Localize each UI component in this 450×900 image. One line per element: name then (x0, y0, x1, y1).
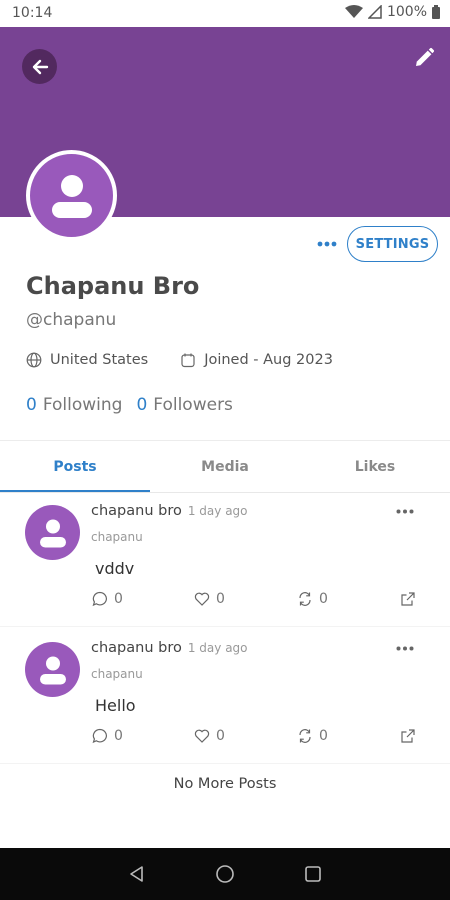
post-item[interactable]: chapanu bro 1 day ago chapanu Hello 0 0 0 (0, 630, 450, 764)
tab-media[interactable]: Media (150, 441, 300, 492)
reply-count: 0 (114, 591, 123, 607)
status-icons: 100% (344, 4, 440, 20)
post-author-name: chapanu bro (91, 640, 182, 656)
heart-icon (194, 729, 210, 743)
post-divider (0, 626, 450, 627)
share-icon (401, 592, 415, 606)
following-label: Following (42, 395, 123, 415)
feed-end-message: No More Posts (173, 776, 277, 792)
heart-icon (194, 592, 210, 606)
post-text: vddv (95, 559, 135, 578)
reply-count: 0 (114, 728, 123, 744)
reply-button[interactable]: 0 (92, 728, 123, 744)
share-button[interactable] (400, 591, 416, 607)
follow-stats: 0 Following 0 Followers (26, 395, 233, 415)
repost-count: 0 (319, 591, 328, 607)
following-link[interactable]: 0 Following (26, 395, 122, 415)
followers-label: Followers (153, 395, 233, 415)
repost-button[interactable]: 0 (297, 728, 328, 744)
calendar-icon (181, 353, 195, 368)
repost-button[interactable]: 0 (297, 591, 328, 607)
more-horizontal-icon (396, 509, 414, 513)
arrow-left-icon (32, 59, 48, 74)
edit-profile-button[interactable] (410, 44, 438, 72)
like-count: 0 (216, 728, 225, 744)
nav-home-button[interactable] (213, 862, 237, 886)
comment-icon (92, 591, 107, 607)
tab-posts[interactable]: Posts (0, 441, 150, 492)
triangle-back-icon (130, 866, 143, 882)
square-recents-icon (305, 866, 321, 882)
post-handle: chapanu (91, 667, 143, 681)
back-button[interactable] (22, 49, 57, 84)
tab-likes[interactable]: Likes (300, 441, 450, 492)
share-icon (401, 729, 415, 743)
post-item[interactable]: chapanu bro 1 day ago chapanu vddv 0 0 0 (0, 493, 450, 627)
user-icon (39, 656, 66, 684)
share-button[interactable] (400, 728, 416, 744)
profile-avatar[interactable] (26, 150, 117, 241)
profile-more-button[interactable] (312, 232, 342, 256)
post-author-name: chapanu bro (91, 503, 182, 519)
battery-percent: 100% (386, 4, 427, 20)
repost-count: 0 (319, 728, 328, 744)
like-button[interactable]: 0 (194, 591, 225, 607)
profile-tabs: Posts Media Likes (0, 441, 450, 492)
post-time: 1 day ago (187, 641, 248, 655)
globe-icon (26, 352, 42, 368)
post-actions: 0 0 0 (92, 591, 422, 611)
reply-button[interactable]: 0 (92, 591, 123, 607)
profile-name: Chapanu Bro (26, 272, 200, 300)
nav-recents-button[interactable] (301, 862, 325, 886)
profile-handle: @chapanu (26, 310, 117, 330)
location-text: United States (50, 352, 149, 368)
pencil-icon (416, 47, 435, 66)
nav-back-button[interactable] (125, 862, 149, 886)
joined-text: Joined - Aug 2023 (204, 352, 333, 368)
post-handle: chapanu (91, 530, 143, 544)
following-count: 0 (26, 395, 37, 415)
post-avatar[interactable] (25, 505, 80, 560)
post-more-button[interactable] (392, 503, 418, 519)
user-icon (51, 174, 92, 218)
post-more-button[interactable] (392, 640, 418, 656)
wifi-icon (344, 5, 363, 18)
repost-icon (299, 729, 311, 743)
comment-icon (92, 728, 107, 744)
post-avatar[interactable] (25, 642, 80, 697)
post-actions: 0 0 0 (92, 728, 422, 748)
post-time: 1 day ago (187, 504, 248, 518)
followers-count: 0 (136, 395, 148, 415)
repost-icon (299, 592, 311, 606)
circle-home-icon (216, 865, 234, 883)
like-count: 0 (216, 591, 225, 607)
location-info: United States (26, 352, 148, 368)
battery-icon (432, 5, 440, 19)
system-nav-bar (0, 848, 450, 900)
post-author[interactable]: chapanu bro 1 day ago (91, 503, 248, 519)
more-horizontal-icon (317, 241, 337, 247)
status-bar: 10:14 100% (0, 0, 450, 27)
status-time: 10:14 (12, 5, 53, 21)
joined-info: Joined - Aug 2023 (180, 352, 333, 368)
post-text: Hello (95, 696, 136, 715)
followers-link[interactable]: 0 Followers (136, 395, 232, 415)
more-horizontal-icon (396, 646, 414, 650)
user-icon (39, 519, 66, 547)
profile-meta: United States Joined - Aug 2023 (26, 352, 333, 368)
cell-signal-icon (367, 5, 382, 19)
like-button[interactable]: 0 (194, 728, 225, 744)
settings-button[interactable]: SETTINGS (347, 226, 438, 262)
post-divider (0, 763, 450, 764)
post-author[interactable]: chapanu bro 1 day ago (91, 640, 248, 656)
